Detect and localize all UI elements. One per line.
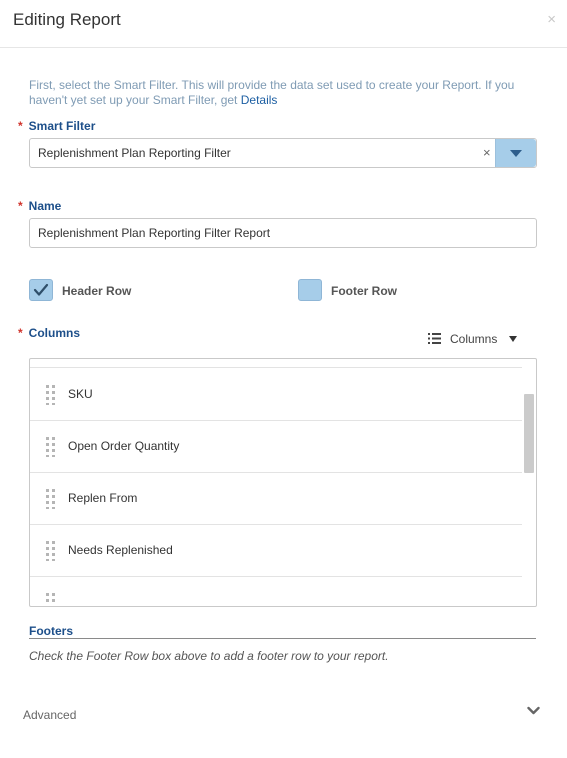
chevron-down-icon bbox=[527, 706, 540, 715]
drag-handle-icon[interactable] bbox=[46, 541, 56, 561]
required-marker: * bbox=[18, 326, 23, 340]
column-name: Replen From bbox=[68, 491, 138, 505]
smart-filter-select[interactable]: Replenishment Plan Reporting Filter × bbox=[29, 138, 537, 168]
required-marker: * bbox=[18, 199, 23, 213]
drag-handle-icon[interactable] bbox=[46, 385, 56, 405]
dropdown-button[interactable] bbox=[495, 139, 536, 167]
header-row-checkbox[interactable] bbox=[29, 279, 53, 301]
drag-handle-icon[interactable] bbox=[46, 593, 56, 607]
name-label: * Name bbox=[18, 199, 61, 213]
name-value: Replenishment Plan Reporting Filter Repo… bbox=[38, 226, 271, 240]
caret-down-icon bbox=[509, 336, 517, 342]
dialog-header: Editing Report × bbox=[0, 0, 567, 48]
intro-text: First, select the Smart Filter. This wil… bbox=[29, 78, 534, 108]
footer-row-label: Footer Row bbox=[331, 284, 397, 298]
smart-filter-label-text: Smart Filter bbox=[28, 119, 96, 133]
close-icon[interactable]: × bbox=[547, 11, 556, 28]
smart-filter-value: Replenishment Plan Reporting Filter bbox=[38, 146, 231, 160]
scrollbar-thumb[interactable] bbox=[524, 394, 534, 473]
columns-toggle-button[interactable]: Columns bbox=[428, 332, 520, 348]
name-input[interactable]: Replenishment Plan Reporting Filter Repo… bbox=[29, 218, 537, 248]
list-icon bbox=[428, 333, 441, 344]
scrollbar[interactable] bbox=[522, 359, 536, 606]
required-marker: * bbox=[18, 119, 23, 133]
columns-toggle-label: Columns bbox=[450, 332, 498, 346]
name-label-text: Name bbox=[28, 199, 62, 213]
footers-note: Check the Footer Row box above to add a … bbox=[29, 649, 389, 663]
triangle-down-icon bbox=[510, 150, 522, 157]
column-name: Needs Replenished bbox=[68, 543, 173, 557]
footers-heading: Footers bbox=[29, 624, 536, 639]
list-item[interactable]: SKU bbox=[30, 368, 522, 421]
columns-label: * Columns bbox=[18, 326, 80, 340]
clear-icon[interactable]: × bbox=[483, 145, 491, 160]
checkmark-icon bbox=[33, 283, 49, 296]
list-item[interactable]: Needs Replenished bbox=[30, 524, 522, 577]
list-item[interactable]: Open Order Quantity bbox=[30, 420, 522, 473]
list-item[interactable]: Replen From bbox=[30, 472, 522, 525]
columns-list[interactable]: SKU Open Order Quantity Replen From Need… bbox=[29, 358, 537, 607]
drag-handle-icon[interactable] bbox=[46, 489, 56, 509]
columns-label-text: Columns bbox=[28, 326, 81, 340]
smart-filter-label: * Smart Filter bbox=[18, 119, 95, 133]
details-link[interactable]: Details bbox=[241, 93, 278, 107]
list-item bbox=[30, 359, 522, 368]
advanced-label: Advanced bbox=[23, 708, 77, 722]
drag-handle-icon[interactable] bbox=[46, 437, 56, 457]
dialog-title: Editing Report bbox=[13, 10, 121, 29]
list-item[interactable] bbox=[30, 576, 522, 607]
footer-row-checkbox[interactable] bbox=[298, 279, 322, 301]
header-row-label: Header Row bbox=[62, 284, 132, 298]
column-name: Open Order Quantity bbox=[68, 439, 180, 453]
advanced-section-toggle[interactable]: Advanced bbox=[0, 700, 567, 728]
column-name: SKU bbox=[68, 387, 93, 401]
